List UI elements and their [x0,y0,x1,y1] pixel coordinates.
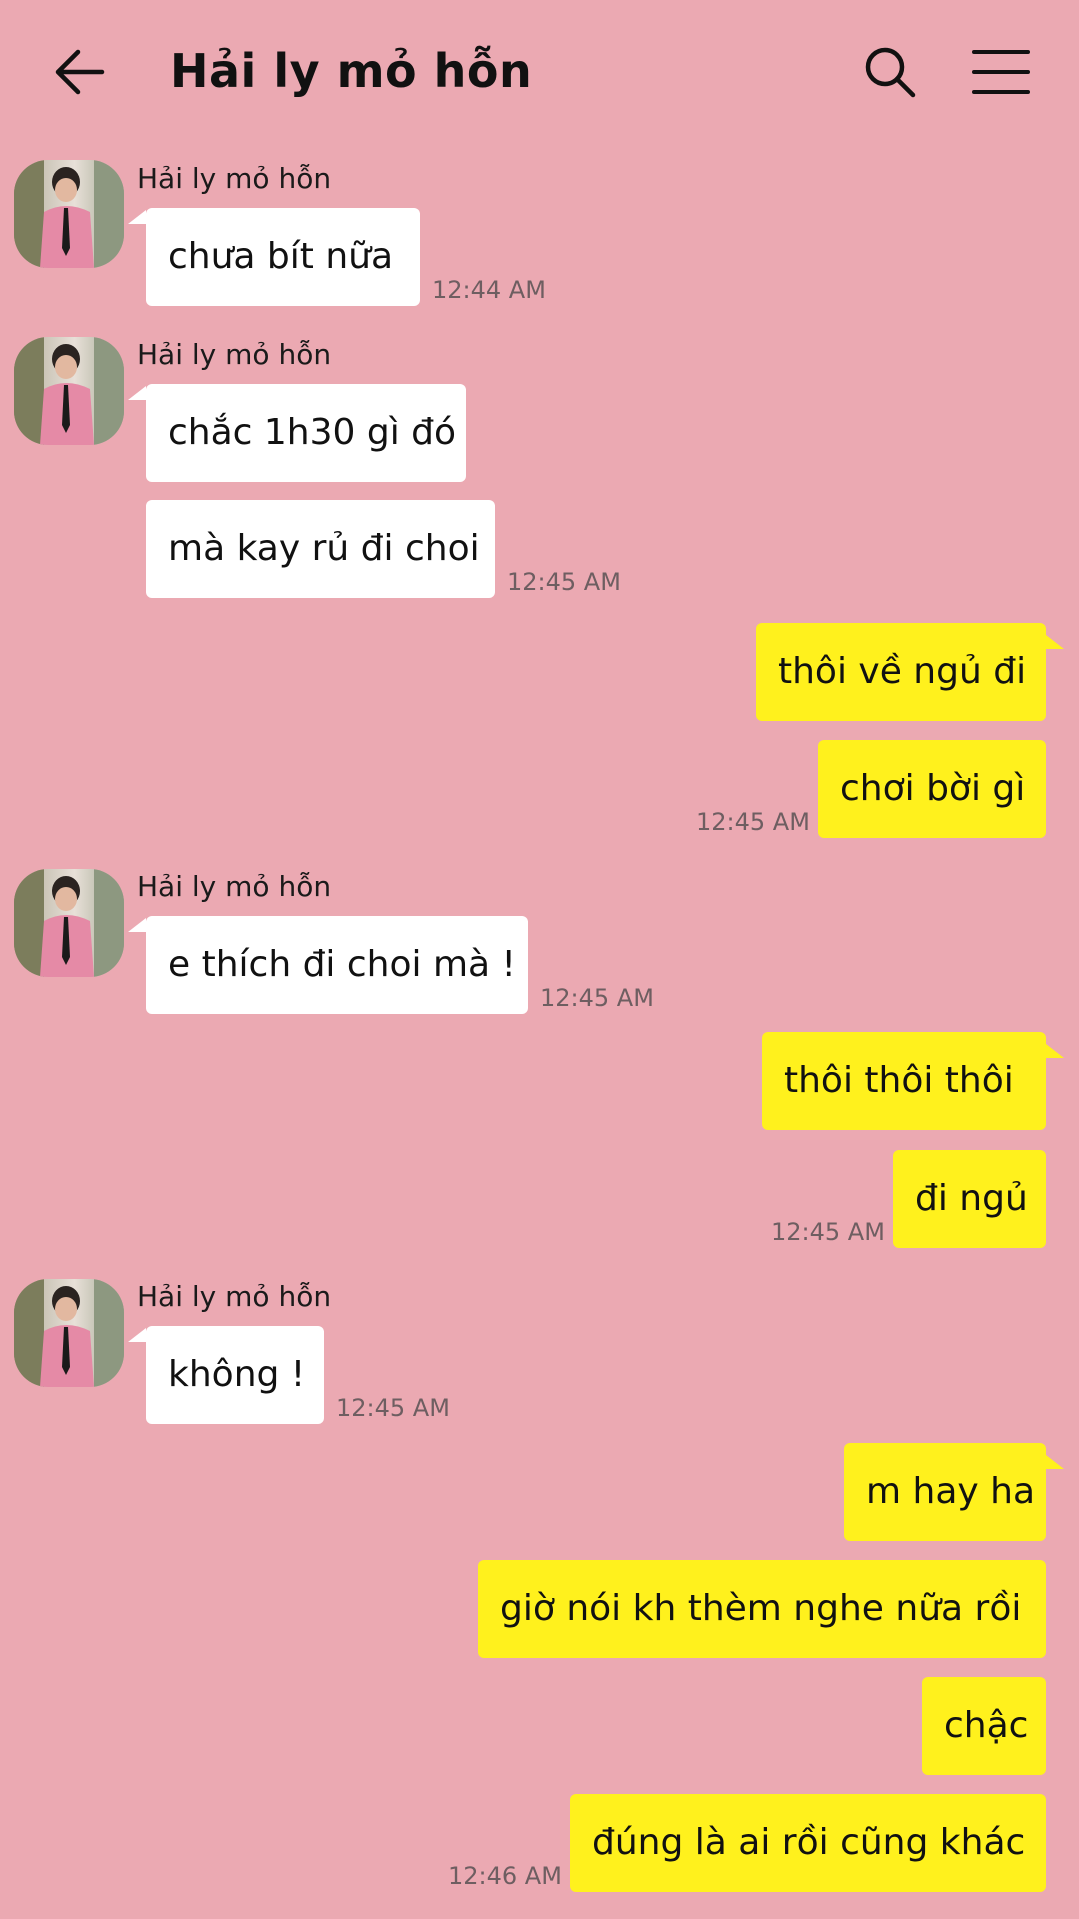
person-photo-icon [14,869,124,977]
outgoing-message[interactable]: thôi thôi thôi [762,1032,1046,1130]
sender-name: Hải ly mỏ hỗn [137,870,332,903]
outgoing-message[interactable]: giờ nói kh thèm nghe nữa rồi [478,1560,1046,1658]
chat-header: Hải ly mỏ hỗn [0,0,1079,145]
bubble-tail [128,386,146,400]
person-photo-icon [14,1279,124,1387]
message-timestamp: 12:45 AM [507,568,621,596]
bubble-tail [1046,635,1064,649]
incoming-message[interactable]: e thích đi choi mà ! [146,916,528,1014]
bubble-tail [1046,1455,1064,1469]
avatar[interactable] [14,160,124,268]
incoming-message[interactable]: không ! [146,1326,324,1424]
bubble-tail [1046,1044,1064,1058]
incoming-message[interactable]: mà kay rủ đi choi [146,500,495,598]
person-photo-icon [14,337,124,445]
message-timestamp: 12:45 AM [696,808,810,836]
message-timestamp: 12:45 AM [336,1394,450,1422]
arrow-left-icon [55,49,105,95]
outgoing-message[interactable]: thôi về ngủ đi [756,623,1046,721]
outgoing-message[interactable]: m hay ha [844,1443,1046,1541]
outgoing-message[interactable]: đi ngủ [893,1150,1046,1248]
menu-button[interactable] [972,48,1030,96]
avatar[interactable] [14,869,124,977]
avatar[interactable] [14,337,124,445]
incoming-message[interactable]: chắc 1h30 gì đó [146,384,466,482]
message-timestamp: 12:45 AM [540,984,654,1012]
sender-name: Hải ly mỏ hỗn [137,162,332,195]
sender-name: Hải ly mỏ hỗn [137,338,332,371]
incoming-message[interactable]: chưa bít nữa [146,208,420,306]
person-photo-icon [14,160,124,268]
bubble-tail [128,210,146,224]
hamburger-menu-icon [972,50,1030,94]
search-icon [865,47,916,98]
outgoing-message[interactable]: chơi bời gì [818,740,1046,838]
sender-name: Hải ly mỏ hỗn [137,1280,332,1313]
message-timestamp: 12:46 AM [448,1862,562,1890]
avatar[interactable] [14,1279,124,1387]
message-timestamp: 12:45 AM [771,1218,885,1246]
outgoing-message[interactable]: đúng là ai rồi cũng khác [570,1794,1046,1892]
outgoing-message[interactable]: chậc [922,1677,1046,1775]
back-button[interactable] [52,44,108,100]
bubble-tail [128,918,146,932]
search-button[interactable] [862,44,918,100]
chat-title: Hải ly mỏ hỗn [170,44,533,98]
bubble-tail [128,1328,146,1342]
message-timestamp: 12:44 AM [432,276,546,304]
